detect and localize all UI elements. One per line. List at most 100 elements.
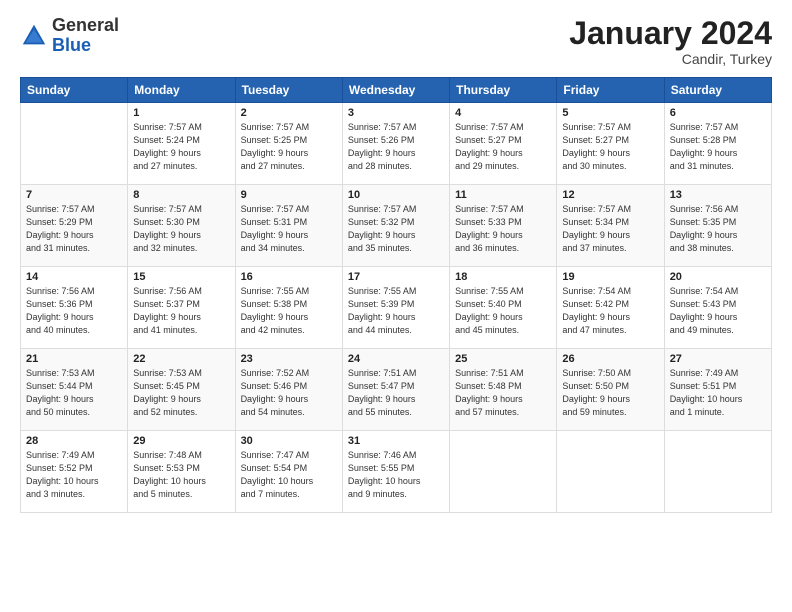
day-number: 18: [455, 271, 551, 283]
weekday-header-friday: Friday: [557, 78, 664, 103]
day-number: 17: [348, 271, 444, 283]
day-number: 13: [670, 189, 766, 201]
week-row-4: 28 Sunrise: 7:49 AMSunset: 5:52 PMDayligh…: [21, 431, 772, 513]
calendar-cell: [664, 431, 771, 513]
day-number: 24: [348, 353, 444, 365]
calendar-cell: 18 Sunrise: 7:55 AMSunset: 5:40 PMDayligh…: [450, 267, 557, 349]
day-info: Sunrise: 7:54 AMSunset: 5:42 PMDaylight:…: [562, 285, 658, 337]
calendar-cell: 29 Sunrise: 7:48 AMSunset: 5:53 PMDayligh…: [128, 431, 235, 513]
calendar-cell: 14Sunrise: 7:56 AMSunset: 5:36 PMDayligh…: [21, 267, 128, 349]
calendar-cell: 25 Sunrise: 7:51 AMSunset: 5:48 PMDayligh…: [450, 349, 557, 431]
location-subtitle: Candir, Turkey: [569, 51, 772, 67]
day-number: 12: [562, 189, 658, 201]
calendar-cell: 30 Sunrise: 7:47 AMSunset: 5:54 PMDayligh…: [235, 431, 342, 513]
day-number: 6: [670, 107, 766, 119]
weekday-header-saturday: Saturday: [664, 78, 771, 103]
calendar-cell: 6 Sunrise: 7:57 AMSunset: 5:28 PMDaylight…: [664, 103, 771, 185]
day-number: 21: [26, 353, 122, 365]
calendar-cell: 17 Sunrise: 7:55 AMSunset: 5:39 PMDayligh…: [342, 267, 449, 349]
day-info: Sunrise: 7:57 AMSunset: 5:29 PMDaylight:…: [26, 203, 122, 255]
calendar-cell: [450, 431, 557, 513]
calendar-cell: 4 Sunrise: 7:57 AMSunset: 5:27 PMDaylight…: [450, 103, 557, 185]
week-row-0: 1Sunrise: 7:57 AMSunset: 5:24 PMDaylight…: [21, 103, 772, 185]
day-info: Sunrise: 7:57 AMSunset: 5:28 PMDaylight:…: [670, 121, 766, 173]
day-info: Sunrise: 7:57 AMSunset: 5:31 PMDaylight:…: [241, 203, 337, 255]
day-number: 8: [133, 189, 229, 201]
weekday-header-wednesday: Wednesday: [342, 78, 449, 103]
day-number: 20: [670, 271, 766, 283]
day-info: Sunrise: 7:53 AMSunset: 5:45 PMDaylight:…: [133, 367, 229, 419]
week-row-2: 14Sunrise: 7:56 AMSunset: 5:36 PMDayligh…: [21, 267, 772, 349]
day-number: 26: [562, 353, 658, 365]
calendar-cell: 11 Sunrise: 7:57 AMSunset: 5:33 PMDayligh…: [450, 185, 557, 267]
calendar-cell: 1Sunrise: 7:57 AMSunset: 5:24 PMDaylight…: [128, 103, 235, 185]
logo-general-text: General: [52, 15, 119, 35]
calendar-cell: 8Sunrise: 7:57 AMSunset: 5:30 PMDaylight…: [128, 185, 235, 267]
weekday-header-thursday: Thursday: [450, 78, 557, 103]
day-info: Sunrise: 7:56 AMSunset: 5:37 PMDaylight:…: [133, 285, 229, 337]
day-info: Sunrise: 7:54 AMSunset: 5:43 PMDaylight:…: [670, 285, 766, 337]
day-number: 5: [562, 107, 658, 119]
calendar-body: 1Sunrise: 7:57 AMSunset: 5:24 PMDaylight…: [21, 103, 772, 513]
calendar-cell: 9 Sunrise: 7:57 AMSunset: 5:31 PMDaylight…: [235, 185, 342, 267]
day-number: 9: [241, 189, 337, 201]
calendar-cell: 21 Sunrise: 7:53 AMSunset: 5:44 PMDayligh…: [21, 349, 128, 431]
weekday-header-tuesday: Tuesday: [235, 78, 342, 103]
day-info: Sunrise: 7:57 AMSunset: 5:33 PMDaylight:…: [455, 203, 551, 255]
day-number: 25: [455, 353, 551, 365]
calendar-cell: [21, 103, 128, 185]
day-info: Sunrise: 7:52 AMSunset: 5:46 PMDaylight:…: [241, 367, 337, 419]
calendar-cell: 13 Sunrise: 7:56 AMSunset: 5:35 PMDayligh…: [664, 185, 771, 267]
day-info: Sunrise: 7:49 AMSunset: 5:51 PMDaylight:…: [670, 367, 766, 419]
calendar-cell: 10Sunrise: 7:57 AMSunset: 5:32 PMDayligh…: [342, 185, 449, 267]
calendar-cell: 5 Sunrise: 7:57 AMSunset: 5:27 PMDaylight…: [557, 103, 664, 185]
calendar-cell: 26 Sunrise: 7:50 AMSunset: 5:50 PMDayligh…: [557, 349, 664, 431]
calendar-table: SundayMondayTuesdayWednesdayThursdayFrid…: [20, 77, 772, 513]
day-number: 27: [670, 353, 766, 365]
day-number: 22: [133, 353, 229, 365]
day-number: 15: [133, 271, 229, 283]
day-info: Sunrise: 7:55 AMSunset: 5:40 PMDaylight:…: [455, 285, 551, 337]
calendar-cell: 20 Sunrise: 7:54 AMSunset: 5:43 PMDayligh…: [664, 267, 771, 349]
day-info: Sunrise: 7:55 AMSunset: 5:39 PMDaylight:…: [348, 285, 444, 337]
day-number: 16: [241, 271, 337, 283]
day-number: 4: [455, 107, 551, 119]
day-info: Sunrise: 7:57 AMSunset: 5:34 PMDaylight:…: [562, 203, 658, 255]
logo-blue-text: Blue: [52, 35, 91, 55]
calendar-cell: 31 Sunrise: 7:46 AMSunset: 5:55 PMDayligh…: [342, 431, 449, 513]
day-info: Sunrise: 7:56 AMSunset: 5:35 PMDaylight:…: [670, 203, 766, 255]
day-number: 1: [133, 107, 229, 119]
day-info: Sunrise: 7:46 AMSunset: 5:55 PMDaylight:…: [348, 449, 444, 501]
day-info: Sunrise: 7:49 AMSunset: 5:52 PMDaylight:…: [26, 449, 122, 501]
calendar-cell: 28 Sunrise: 7:49 AMSunset: 5:52 PMDayligh…: [21, 431, 128, 513]
title-block: January 2024 Candir, Turkey: [569, 16, 772, 67]
day-number: 31: [348, 435, 444, 447]
day-info: Sunrise: 7:51 AMSunset: 5:48 PMDaylight:…: [455, 367, 551, 419]
day-info: Sunrise: 7:47 AMSunset: 5:54 PMDaylight:…: [241, 449, 337, 501]
calendar-cell: 23 Sunrise: 7:52 AMSunset: 5:46 PMDayligh…: [235, 349, 342, 431]
day-number: 14: [26, 271, 122, 283]
day-info: Sunrise: 7:53 AMSunset: 5:44 PMDaylight:…: [26, 367, 122, 419]
day-info: Sunrise: 7:57 AMSunset: 5:27 PMDaylight:…: [562, 121, 658, 173]
day-number: 29: [133, 435, 229, 447]
day-info: Sunrise: 7:48 AMSunset: 5:53 PMDaylight:…: [133, 449, 229, 501]
calendar-cell: 22 Sunrise: 7:53 AMSunset: 5:45 PMDayligh…: [128, 349, 235, 431]
day-info: Sunrise: 7:50 AMSunset: 5:50 PMDaylight:…: [562, 367, 658, 419]
day-number: 30: [241, 435, 337, 447]
weekday-header-sunday: Sunday: [21, 78, 128, 103]
day-number: 19: [562, 271, 658, 283]
page: General Blue January 2024 Candir, Turkey…: [0, 0, 792, 612]
day-number: 28: [26, 435, 122, 447]
day-info: Sunrise: 7:55 AMSunset: 5:38 PMDaylight:…: [241, 285, 337, 337]
day-number: 10: [348, 189, 444, 201]
calendar-cell: 12 Sunrise: 7:57 AMSunset: 5:34 PMDayligh…: [557, 185, 664, 267]
day-number: 23: [241, 353, 337, 365]
day-info: Sunrise: 7:57 AMSunset: 5:27 PMDaylight:…: [455, 121, 551, 173]
day-number: 7: [26, 189, 122, 201]
day-number: 11: [455, 189, 551, 201]
month-title: January 2024: [569, 16, 772, 51]
day-number: 3: [348, 107, 444, 119]
weekday-header-monday: Monday: [128, 78, 235, 103]
calendar-cell: 24Sunrise: 7:51 AMSunset: 5:47 PMDayligh…: [342, 349, 449, 431]
calendar-cell: 2Sunrise: 7:57 AMSunset: 5:25 PMDaylight…: [235, 103, 342, 185]
